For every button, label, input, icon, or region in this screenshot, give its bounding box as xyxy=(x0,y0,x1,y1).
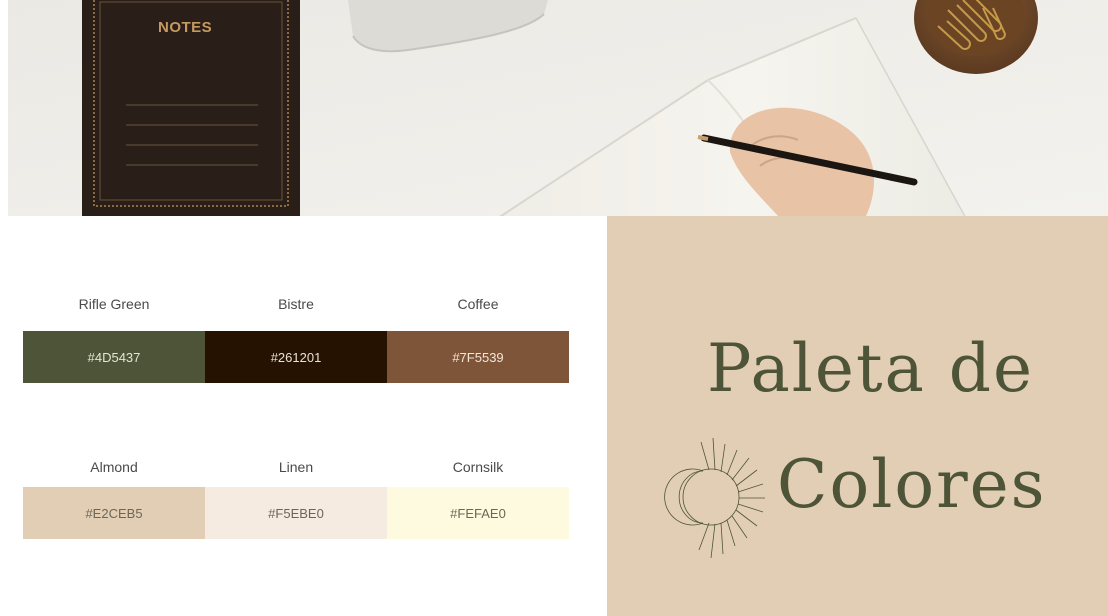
swatch-name-coffee: Coffee xyxy=(457,296,499,312)
swatch-cornsilk: #FEFAE0 xyxy=(387,487,569,539)
swatch-coffee: #7F5539 xyxy=(387,331,569,383)
title-line-1: Paleta de xyxy=(707,330,1035,407)
swatch-bistre: #261201 xyxy=(205,331,387,383)
swatch-hex-coffee: #7F5539 xyxy=(452,349,504,365)
swatch-hex-bistre: #261201 xyxy=(270,349,322,365)
swatch-hex-cornsilk: #FEFAE0 xyxy=(450,505,506,521)
title-line-2: Colores xyxy=(777,446,1047,523)
swatch-linen: #F5EBE0 xyxy=(205,487,387,539)
swatch-hex-rifle-green: #4D5437 xyxy=(87,349,141,365)
swatch-name-linen: Linen xyxy=(278,459,314,475)
hero-photo: NOTES xyxy=(8,0,1108,216)
swatch-almond: #E2CEB5 xyxy=(23,487,205,539)
desk-scene-image: NOTES xyxy=(8,0,1108,216)
swatch-rifle-green: #4D5437 xyxy=(23,331,205,383)
swatch-hex-almond: #E2CEB5 xyxy=(85,505,143,521)
swatch-name-bistre: Bistre xyxy=(278,296,314,312)
sun-moon-icon xyxy=(664,437,765,559)
swatch-name-rifle-green: Rifle Green xyxy=(78,296,150,312)
title-panel: Paleta de Colores xyxy=(607,216,1108,616)
swatch-name-almond: Almond xyxy=(90,459,138,475)
notebook-label: NOTES xyxy=(158,19,212,36)
swatch-name-cornsilk: Cornsilk xyxy=(452,459,504,475)
swatch-hex-linen: #F5EBE0 xyxy=(268,505,324,521)
notebook-image: NOTES xyxy=(82,0,300,216)
